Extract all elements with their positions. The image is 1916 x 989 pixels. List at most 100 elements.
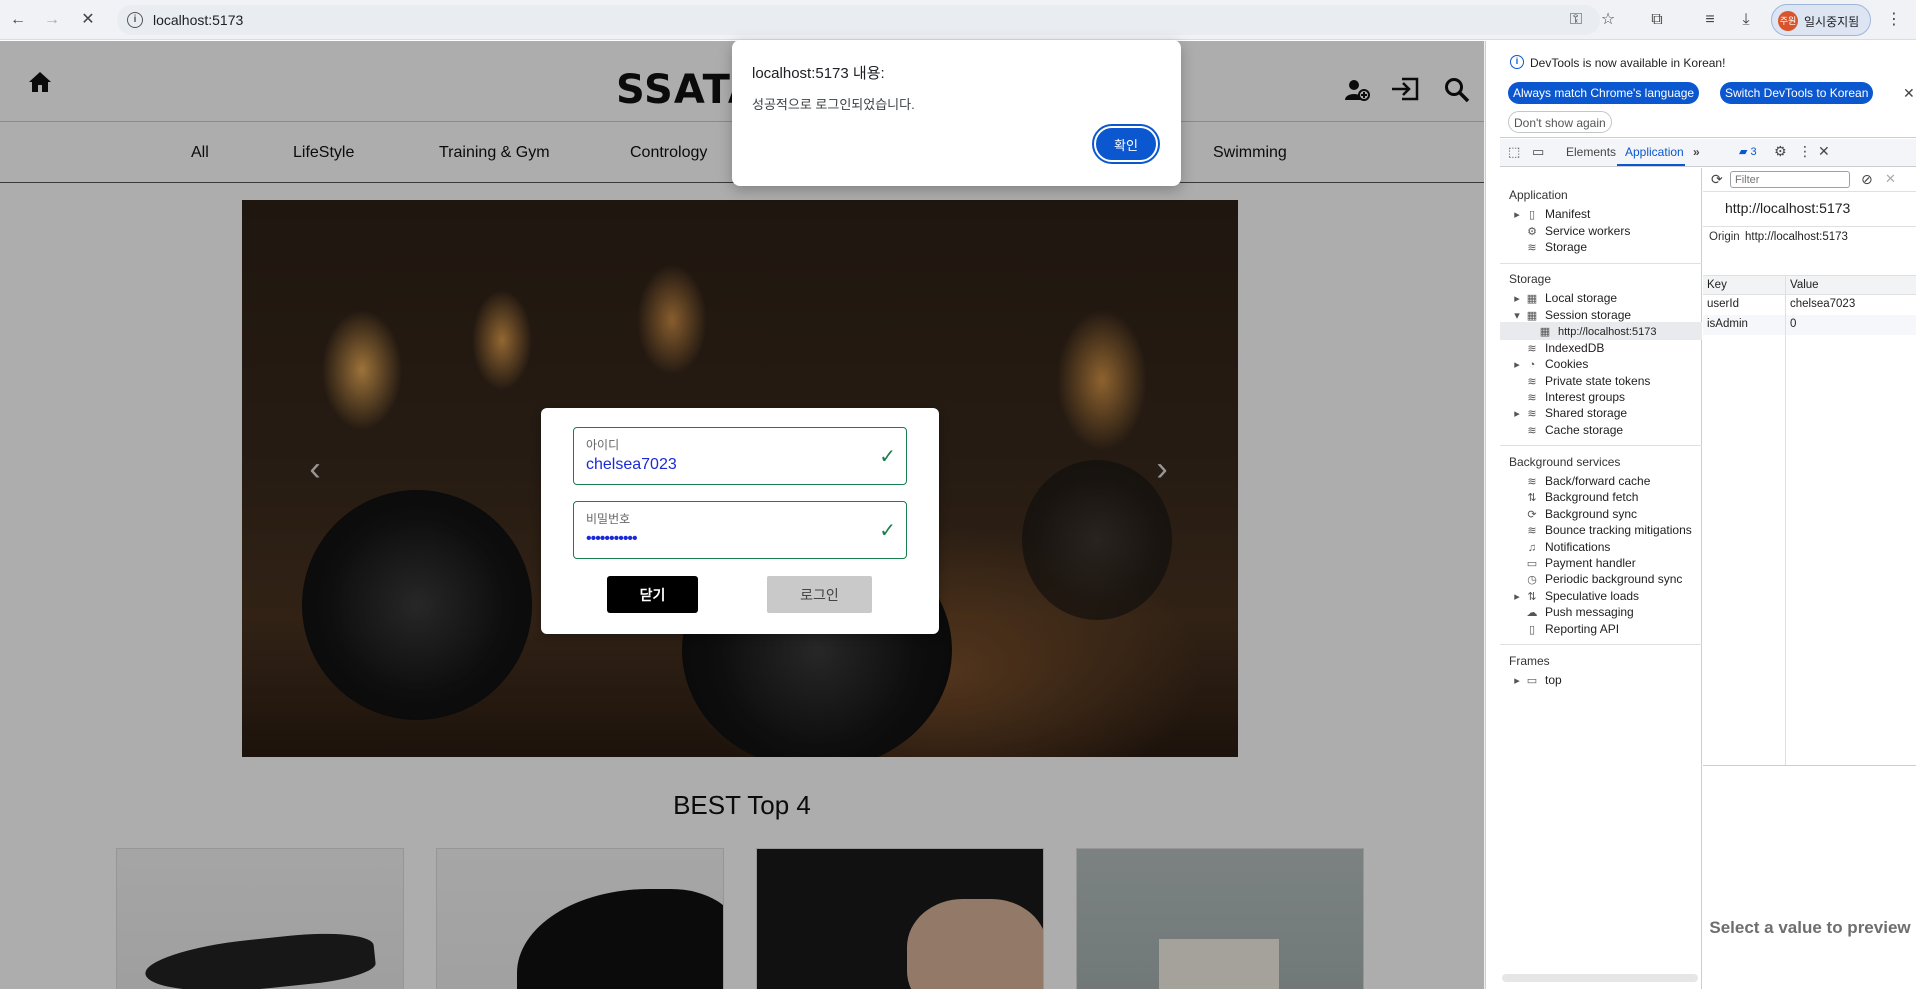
profile-button[interactable]: 주원 일시중지됨 [1771,4,1871,36]
id-field[interactable]: 아이디 chelsea7023 ✓ [573,427,907,485]
issues-badge[interactable]: ▰ 3 [1739,145,1757,158]
sidebar-item-service-workers[interactable]: ⚙ Service workers [1525,224,1630,238]
inspect-element-icon[interactable]: ⬚ [1508,144,1520,160]
dont-show-again-button[interactable]: Don't show again [1508,111,1612,133]
origin-title: http://localhost:5173 [1725,200,1851,216]
sidebar-item-periodic-background-sync[interactable]: ◷ Periodic background sync [1525,572,1682,586]
info-icon: i [1510,55,1524,69]
id-value[interactable]: chelsea7023 [586,456,677,474]
background-services-heading: Background services [1509,455,1621,469]
sidebar-item-cache-storage[interactable]: ≋ Cache storage [1525,423,1623,437]
url-text: localhost:5173 [153,12,244,28]
back-icon[interactable]: ← [6,8,30,32]
sidebar-label: Payment handler [1545,556,1636,570]
sidebar-item-local-storage[interactable]: ▸ ▦ Local storage [1513,291,1617,305]
sidebar-label: top [1545,673,1562,687]
filter-input[interactable] [1730,171,1850,188]
collapse-arrow-icon[interactable]: ▾ [1513,309,1521,322]
application-heading: Application [1509,188,1568,202]
browser-toolbar: ← → ✕ i localhost:5173 ⚿ ☆ ⧉ ≡ ⤓ 주원 일시중지… [0,0,1916,40]
sidebar-item-background-sync[interactable]: ⟳ Background sync [1525,507,1637,521]
origin-label: Origin [1709,231,1740,243]
sidebar-item-interest-groups[interactable]: ≋ Interest groups [1525,390,1625,404]
bookmark-star-icon[interactable]: ☆ [1598,10,1618,30]
preview-placeholder: Select a value to preview [1709,918,1911,937]
sidebar-item-frame-top[interactable]: ▸ ▭ top [1513,673,1562,687]
sidebar-item-background-fetch[interactable]: ⇅ Background fetch [1525,490,1638,504]
document-icon: ▯ [1528,209,1536,221]
table-row[interactable]: userId chelsea7023 [1703,295,1916,315]
sidebar-item-reporting-api[interactable]: ▯ Reporting API [1525,622,1619,636]
column-header-key[interactable]: Key [1707,279,1727,291]
alert-ok-button[interactable]: 확인 [1092,124,1160,164]
expand-arrow-icon[interactable]: ▸ [1513,674,1521,687]
forward-icon[interactable]: → [40,8,64,32]
sidebar-item-cookies[interactable]: ▸ ◔ Cookies [1513,357,1588,371]
sidebar-label: Cache storage [1545,423,1624,437]
sidebar-item-back-forward-cache[interactable]: ≋ Back/forward cache [1525,474,1650,488]
sidebar-item-session-origin[interactable]: ▦ http://localhost:5173 [1500,322,1702,340]
sidebar-label: http://localhost:5173 [1558,326,1657,338]
tab-elements[interactable]: Elements [1566,145,1616,159]
close-button[interactable]: 닫기 [607,576,698,613]
devtools-tabbar: ⬚ ▭ Elements Application » ▰ 3 ⚙ ⋮ ✕ [1500,139,1916,167]
tab-search-icon[interactable]: ≡ [1700,10,1720,30]
sidebar-item-manifest[interactable]: ▸ ▯ Manifest [1513,207,1590,221]
expand-arrow-icon[interactable]: ▸ [1513,358,1521,371]
sidebar-label: Manifest [1545,207,1591,221]
login-button[interactable]: 로그인 [767,576,872,613]
address-bar[interactable]: i localhost:5173 [117,5,1600,35]
site-info-icon[interactable]: i [127,12,143,28]
sidebar-item-shared-storage[interactable]: ▸ ≋ Shared storage [1513,406,1627,420]
sidebar-item-notifications[interactable]: ♫ Notifications [1525,540,1611,554]
database-icon: ≋ [1527,242,1537,254]
sidebar-item-session-storage[interactable]: ▾ ▦ Session storage [1513,308,1631,322]
sidebar-horizontal-scrollbar[interactable] [1502,974,1698,982]
close-devtools-icon[interactable]: ✕ [1818,143,1830,160]
expand-arrow-icon[interactable]: ▸ [1513,590,1521,603]
more-tabs-icon[interactable]: » [1693,145,1700,159]
alert-dialog: localhost:5173 내용: 성공적으로 로그인되었습니다. 확인 [732,40,1181,186]
sidebar-item-push-messaging[interactable]: ☁ Push messaging [1525,605,1634,619]
divider [1500,445,1702,446]
more-options-icon[interactable]: ⋮ [1798,143,1812,160]
refresh-icon[interactable]: ⟳ [1711,171,1723,188]
sidebar-item-speculative-loads[interactable]: ▸ ⇅ Speculative loads [1513,589,1639,603]
sidebar-label: Back/forward cache [1545,474,1651,488]
table-row[interactable]: isAdmin 0 [1703,315,1916,335]
switch-to-korean-button[interactable]: Switch DevTools to Korean [1720,82,1874,104]
expand-arrow-icon[interactable]: ▸ [1513,208,1521,221]
download-icon[interactable]: ⤓ [1736,10,1756,30]
sidebar-item-indexeddb[interactable]: ≋ IndexedDB [1525,341,1604,355]
column-header-value[interactable]: Value [1790,279,1819,291]
row-value: 0 [1790,318,1797,330]
storage-toolbar: ⟳ ⊘ ✕ [1703,168,1916,192]
password-field[interactable]: 비밀번호 ••••••••••• ✓ [573,501,907,559]
password-value[interactable]: ••••••••••• [586,530,638,548]
sidebar-item-storage[interactable]: ≋ Storage [1525,240,1587,254]
expand-arrow-icon[interactable]: ▸ [1513,292,1521,305]
always-match-language-button[interactable]: Always match Chrome's language [1508,82,1700,104]
browser-menu-icon[interactable]: ⋮ [1884,10,1904,30]
database-icon: ≋ [1527,392,1537,404]
extensions-icon[interactable]: ⧉ [1647,10,1667,30]
sidebar-item-payment-handler[interactable]: ▭ Payment handler [1525,556,1636,570]
device-toolbar-icon[interactable]: ▭ [1532,144,1544,160]
sidebar-item-bounce-tracking[interactable]: ≋ Bounce tracking mitigations [1525,523,1691,537]
sidebar-label: Background fetch [1545,490,1639,504]
sidebar-item-private-state-tokens[interactable]: ≋ Private state tokens [1525,374,1650,388]
devtools-panel: i DevTools is now available in Korean! ✕… [1485,41,1916,989]
expand-arrow-icon[interactable]: ▸ [1513,407,1521,420]
stop-loading-icon[interactable]: ✕ [76,8,100,32]
delete-selected-icon[interactable]: ✕ [1885,171,1896,187]
clear-all-icon[interactable]: ⊘ [1861,171,1873,188]
password-key-icon[interactable]: ⚿ [1566,10,1586,30]
pane-divider [1703,765,1916,766]
clock-icon: ◷ [1527,574,1537,586]
infobar-close-icon[interactable]: ✕ [1903,85,1915,102]
sidebar-label: Push messaging [1545,605,1634,619]
sidebar-label: Service workers [1545,224,1631,238]
table-icon: ▦ [1526,310,1538,322]
settings-gear-icon[interactable]: ⚙ [1774,143,1787,160]
tab-application[interactable]: Application [1625,145,1684,159]
